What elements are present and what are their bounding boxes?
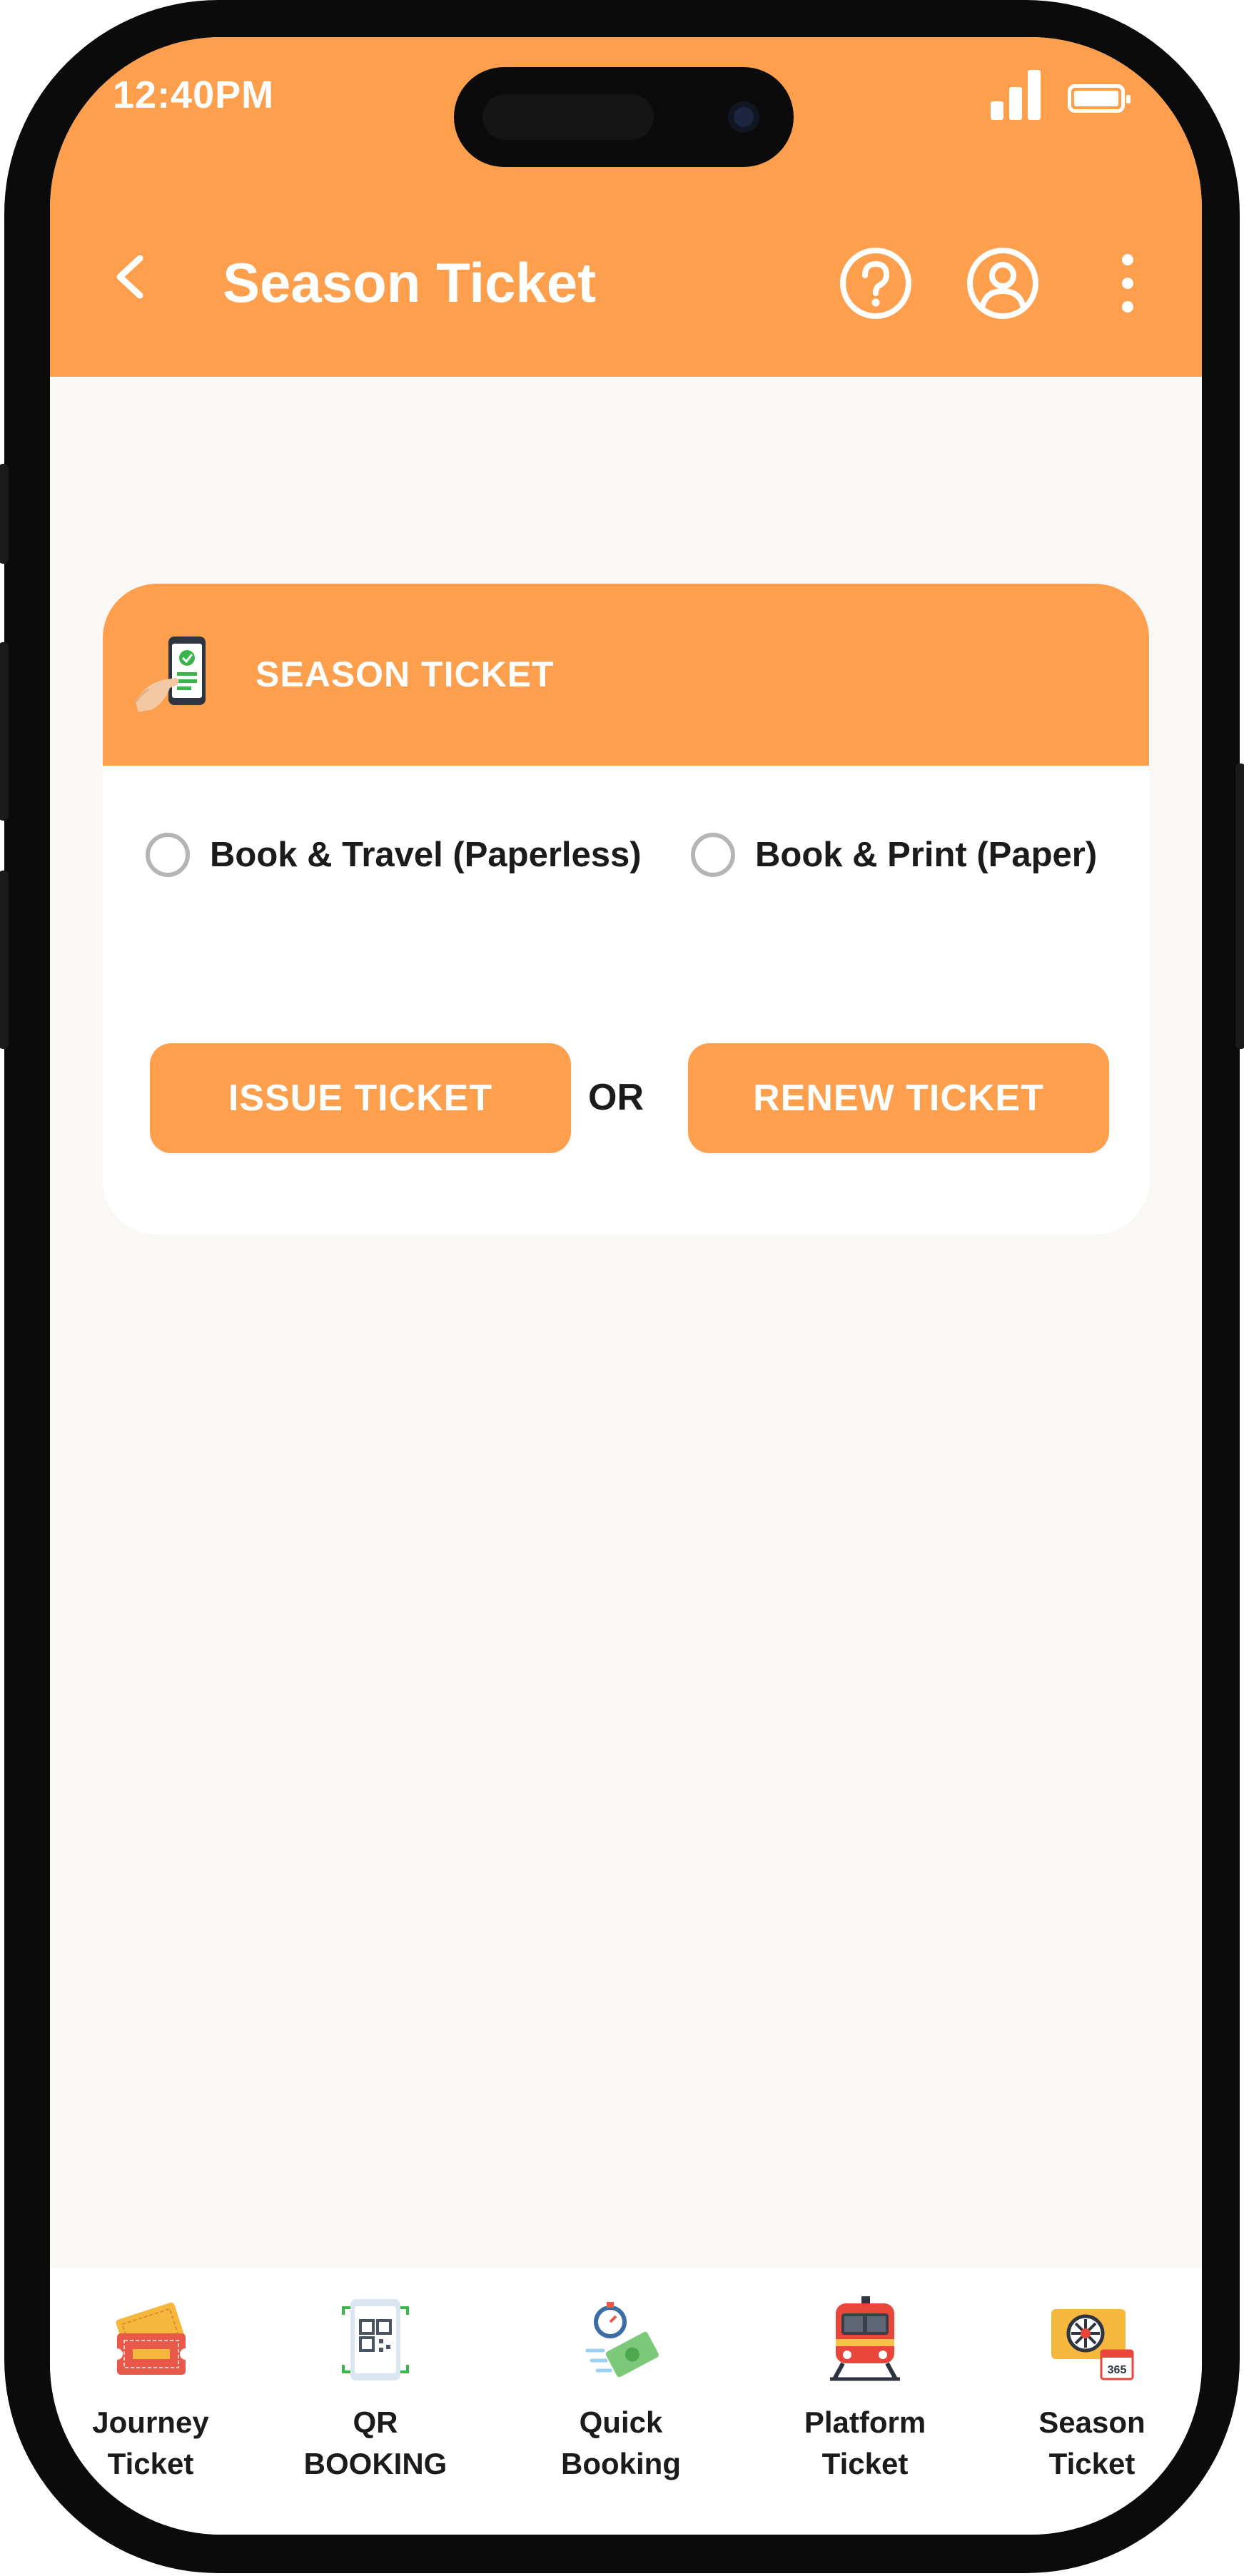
issue-ticket-button[interactable]: ISSUE TICKET — [150, 1043, 571, 1153]
card-title: SEASON TICKET — [256, 654, 555, 694]
side-button-volume-down — [0, 871, 9, 1049]
card-header: SEASON TICKET — [103, 584, 1149, 766]
battery-icon — [1068, 84, 1131, 113]
radio-label: Book & Travel (Paperless) — [210, 836, 642, 874]
profile-icon[interactable] — [964, 244, 1042, 323]
qr-booking-icon — [342, 2299, 409, 2380]
side-button-volume-up — [0, 642, 9, 821]
radio-book-print-paper[interactable]: Book & Print (Paper) — [691, 826, 1097, 883]
signal-icon — [991, 70, 1043, 120]
nav-quick-booking[interactable]: Quick Booking — [528, 2293, 714, 2485]
side-button-power — [1235, 764, 1244, 1049]
nav-label: Season Ticket — [1038, 2405, 1146, 2480]
help-icon[interactable] — [836, 244, 915, 323]
season-ticket-card: SEASON TICKET Book & Travel (Paperless) … — [103, 584, 1149, 1234]
more-vert-icon[interactable] — [1106, 244, 1149, 323]
season-ticket-badge: 365 — [1108, 2364, 1127, 2376]
bottom-navigation: Journey Ticket QR BOOKING Quick Booking … — [50, 2268, 1202, 2535]
radio-label: Book & Print (Paper) — [755, 836, 1098, 874]
nav-label: Journey Ticket — [92, 2405, 209, 2480]
radio-button[interactable] — [146, 833, 190, 877]
app-header: 12:40PM Season Ticket — [50, 37, 1202, 377]
sensor-housing — [482, 94, 654, 140]
season-ticket-icon: 365 — [1051, 2309, 1134, 2380]
page-title: Season Ticket — [223, 251, 597, 314]
front-camera — [728, 101, 759, 133]
nav-season-ticket[interactable]: 365 Season Ticket — [999, 2293, 1185, 2485]
nav-label: QR BOOKING — [303, 2405, 447, 2480]
or-separator: OR — [588, 1077, 644, 1118]
mobile-ticket-icon — [131, 632, 217, 718]
app-screen: 12:40PM Season Ticket SEASON TICKET Book… — [50, 37, 1202, 2535]
status-time: 12:40PM — [113, 73, 275, 116]
journey-ticket-icon — [111, 2302, 191, 2375]
radio-book-travel-paperless[interactable]: Book & Travel (Paperless) — [146, 826, 642, 883]
side-button-action — [0, 464, 9, 564]
platform-ticket-icon — [830, 2296, 900, 2381]
nav-label: Quick Booking — [561, 2405, 681, 2480]
nav-label: Platform Ticket — [804, 2405, 926, 2480]
nav-platform-ticket[interactable]: Platform Ticket — [772, 2293, 958, 2485]
quick-booking-icon — [585, 2302, 659, 2378]
nav-qr-booking[interactable]: QR BOOKING — [283, 2293, 468, 2485]
phone-frame: 12:40PM Season Ticket SEASON TICKET Book… — [0, 0, 1244, 2573]
renew-ticket-button[interactable]: RENEW TICKET — [688, 1043, 1109, 1153]
dynamic-island — [454, 67, 794, 167]
radio-button[interactable] — [691, 833, 735, 877]
back-arrow-icon[interactable] — [108, 248, 151, 305]
nav-journey-ticket[interactable]: Journey Ticket — [58, 2293, 243, 2485]
